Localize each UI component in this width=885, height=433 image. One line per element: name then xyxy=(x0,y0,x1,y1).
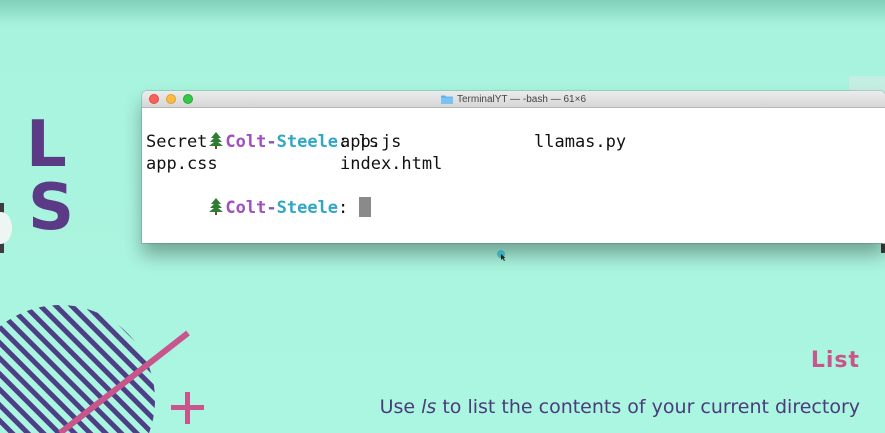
output-row: app.css index.html xyxy=(146,153,885,175)
big-letter-s: S xyxy=(28,171,75,245)
decorative-graphic xyxy=(0,305,204,433)
prompt-line: Colt-Steele: xyxy=(146,175,885,218)
output-entry: app.js xyxy=(340,132,402,152)
mouse-pointer-icon xyxy=(497,250,506,261)
slide-heading: List xyxy=(810,348,860,373)
prompt-user-last: Steele xyxy=(276,198,339,218)
tree-icon xyxy=(209,198,224,215)
caption-command: ls xyxy=(421,396,437,418)
output-entry: llamas.py xyxy=(534,132,627,152)
terminal-titlebar[interactable]: TerminalYT — -bash — 61×6 xyxy=(142,91,885,108)
slide-caption: Use ls to list the contents of your curr… xyxy=(380,396,860,418)
folder-icon xyxy=(440,95,453,104)
window-title: TerminalYT — -bash — 61×6 xyxy=(456,93,587,105)
big-letter-l: L xyxy=(26,108,67,182)
prompt-separator: : xyxy=(338,198,359,218)
terminal-output[interactable]: Colt-Steele: ls Secret app.js llamas.py … xyxy=(142,108,885,218)
terminal-window[interactable]: TerminalYT — -bash — 61×6 Colt-Steele: l… xyxy=(142,91,885,243)
caption-before: Use xyxy=(379,396,422,418)
text-cursor xyxy=(358,197,371,217)
prompt-line: Colt-Steele: ls xyxy=(146,109,885,152)
top-shadow xyxy=(0,0,885,22)
output-row: Secret app.js llamas.py xyxy=(146,131,885,153)
prompt-user-first: Colt xyxy=(225,198,267,218)
caption-after: to list the contents of your current dir… xyxy=(436,396,860,418)
output-entry: Secret xyxy=(146,132,208,152)
output-entry: app.css xyxy=(146,154,218,174)
output-entry: index.html xyxy=(340,154,443,174)
window-title-area: TerminalYT — -bash — 61×6 xyxy=(142,91,885,107)
prompt-dash: - xyxy=(266,198,277,218)
